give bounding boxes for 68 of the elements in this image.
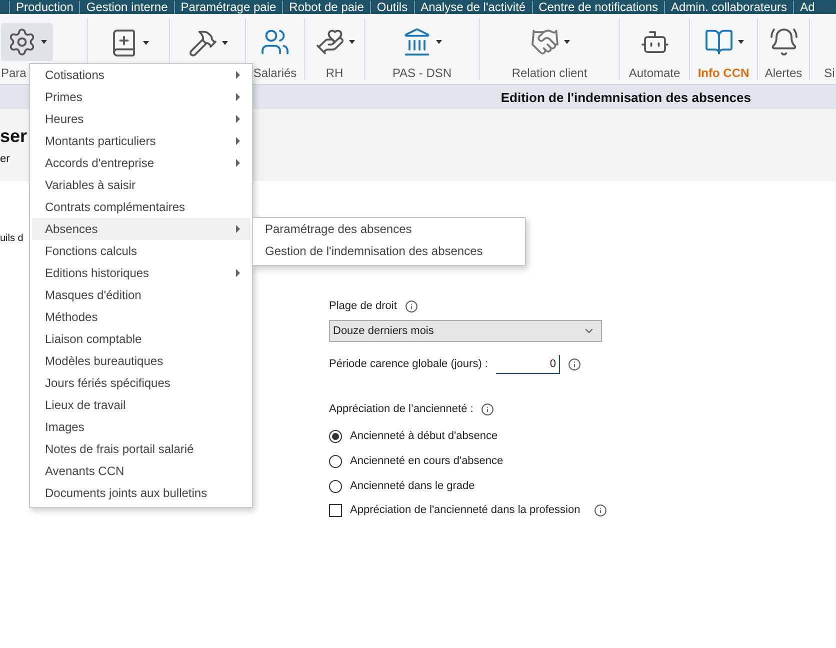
checkbox-label: Appréciation de l'ancienneté dans la profession [350,504,580,516]
caret-icon [41,40,47,44]
info-icon [594,504,608,516]
menu-item[interactable]: Accords d'entreprise [32,152,250,174]
page-subheading: er [0,152,10,164]
menu-item[interactable]: Avenants CCN [32,460,250,482]
ribbon-button[interactable] [1,23,53,61]
checkbox[interactable] [329,504,342,516]
menu-item[interactable]: Absences [32,218,250,240]
help-book-icon [704,27,734,57]
menu-item[interactable]: Images [32,416,250,438]
menu-item[interactable]: Méthodes [32,306,250,328]
ribbon-group-label: Alertes [764,66,802,80]
ribbon-group-label: RH [326,66,344,80]
field-label: Appréciation de l’ancienneté : [329,403,474,415]
ribbon-group-label: Salariés [253,66,297,80]
ribbon-group-label: Info CCN [698,66,750,80]
ribbon-group-label: PAS - DSN [392,66,452,80]
menu-item[interactable]: Cotisations [32,64,250,86]
menu-item[interactable]: Liaison comptable [32,328,250,350]
menu-item[interactable]: Notes de frais portail salarié [32,438,250,460]
hammer-icon [188,28,218,58]
info-icon [481,402,494,416]
radio-label: Ancienneté en cours d'absence [350,455,504,467]
caret-icon [348,40,354,44]
handshake-icon [530,27,560,57]
menu-item[interactable]: Variables à saisir [32,174,250,196]
menu-item[interactable]: Lieux de travail [32,394,250,416]
radio-button[interactable] [329,430,342,442]
info-icon [568,358,581,370]
caret-icon [142,41,148,45]
radio-button[interactable] [329,454,342,468]
field-label: Plage de droit [329,300,397,312]
menu-item[interactable]: Editions historiques [32,262,250,284]
field-label: Période carence globale (jours) : [329,358,488,370]
gear-icon [7,27,37,57]
menu-item[interactable]: Documents joints aux bulletins [32,482,250,504]
menu-item[interactable]: Montants particuliers [32,130,250,152]
caret-icon [436,40,442,44]
section-text: uils d [0,233,24,244]
caret-icon [564,40,570,44]
menu-item[interactable]: Fonctions calculs [32,240,250,262]
menu-item[interactable]: Gestion de l'indemnisation des absences [253,240,525,262]
menu-item[interactable]: Heures [32,108,250,130]
page-heading: ser [0,126,28,146]
users-icon [260,27,290,57]
radio-label: Ancienneté dans le grade [350,480,475,492]
menu-item[interactable]: Contrats complémentaires [32,196,250,218]
info-icon [404,300,418,312]
number-input[interactable]: 0 [496,354,560,374]
menu-item[interactable]: Jours fériés spécifiques [32,372,250,394]
ribbon-group-label: Relation client [512,66,588,80]
ribbon-group-label: Para [1,66,26,80]
caret-icon [738,40,744,44]
menu-item[interactable]: Masques d'édition [32,284,250,306]
bell-icon [768,27,798,57]
menu-item[interactable]: Paramétrage des absences [253,218,525,240]
menu-item[interactable]: Primes [32,86,250,108]
period-select[interactable]: Douze derniers mois [329,320,602,342]
hand-person-icon [314,27,344,57]
radio-label: Ancienneté à début d'absence [350,430,498,442]
radio-button[interactable] [329,480,342,492]
menu-item[interactable]: Modèles bureautiques [32,350,250,372]
bank-icon [402,27,432,57]
caret-icon [222,41,228,45]
ribbon-group-label: Automate [628,66,680,80]
page-title: Edition de l'indemnisation des absences [500,90,751,104]
ribbon-group-label: Si [824,66,835,80]
